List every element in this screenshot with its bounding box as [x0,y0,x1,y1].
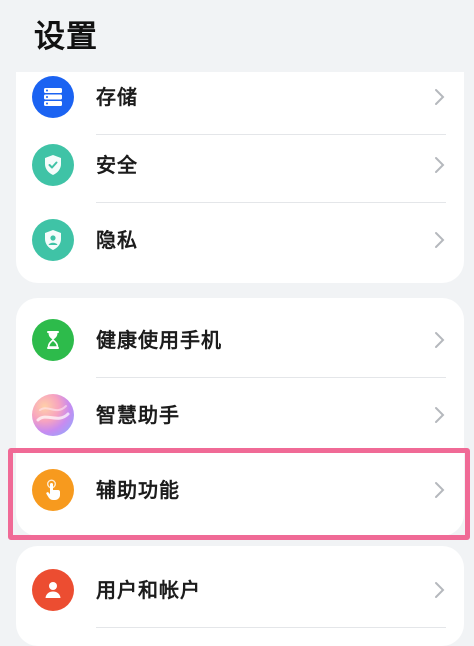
settings-item-label: 隐私 [96,228,138,252]
hourglass-icon [32,319,74,361]
smart-assistant-icon [32,394,74,436]
settings-item-accessibility[interactable]: 辅助功能 [16,453,464,528]
chevron-right-icon [435,482,445,498]
settings-item-label: 安全 [96,153,138,177]
chevron-right-icon [435,332,445,348]
accessibility-hand-icon [32,469,74,511]
chevron-right-icon [435,582,445,598]
settings-item-label: 存储 [96,85,138,109]
settings-item-users-accounts[interactable]: 用户和帐户 [16,553,464,628]
chevron-right-icon [435,89,445,105]
settings-item-label: 辅助功能 [96,478,180,502]
settings-item-storage[interactable]: 存储 [16,72,464,135]
settings-item-privacy[interactable]: 隐私 [16,203,464,278]
privacy-icon [32,219,74,261]
chevron-right-icon [435,157,445,173]
settings-item-label: 健康使用手机 [96,328,222,352]
settings-group-assist: 健康使用手机 智慧助手 辅助功能 [16,298,464,536]
settings-item-digital-balance[interactable]: 健康使用手机 [16,303,464,378]
storage-icon [32,76,74,118]
settings-group-device: 存储 安全 隐私 [16,72,464,283]
settings-item-label: 用户和帐户 [96,578,201,602]
user-icon [32,569,74,611]
settings-group-accounts: 用户和帐户 [16,546,464,646]
chevron-right-icon [435,232,445,248]
page-title: 设置 [34,19,98,55]
settings-item-security[interactable]: 安全 [16,128,464,203]
settings-item-smart-assistant[interactable]: 智慧助手 [16,378,464,453]
chevron-right-icon [435,407,445,423]
security-shield-icon [32,144,74,186]
settings-item-label: 智慧助手 [96,403,180,427]
